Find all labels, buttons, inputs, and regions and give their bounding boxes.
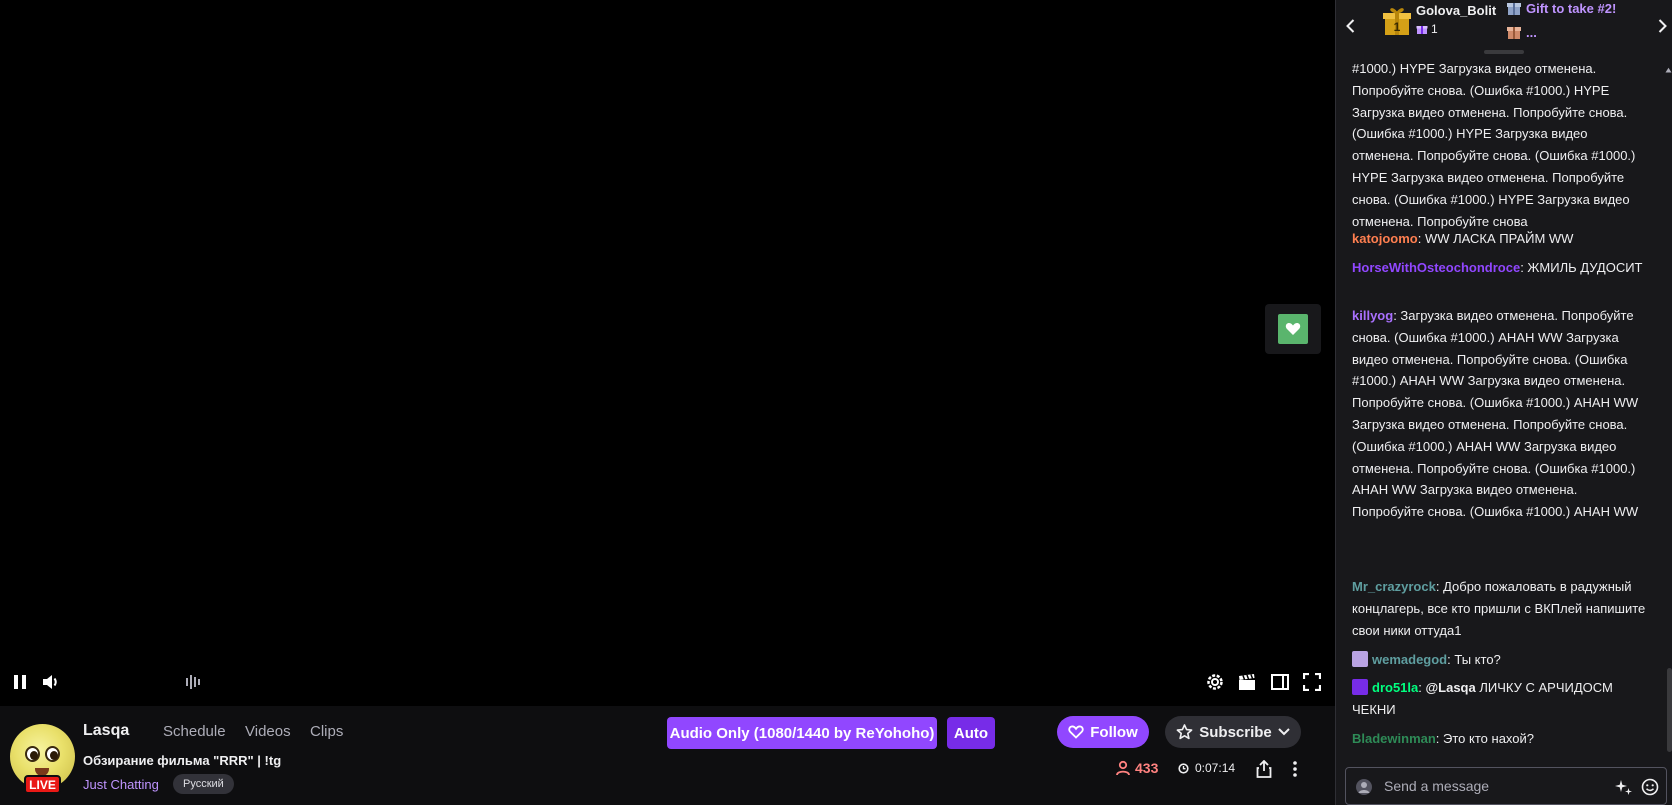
hype-reaction-card[interactable]: [1265, 304, 1321, 354]
follow-label: Follow: [1090, 723, 1138, 741]
category-link[interactable]: Just Chatting: [83, 777, 159, 792]
clapperboard-icon: [1239, 674, 1255, 690]
gift-count-value: 1: [1431, 22, 1438, 36]
chat-panel: 1 Golova_Bolit 1 Gift to take #2! ... #1…: [1335, 0, 1672, 805]
gift-leaderboard: 1 Golova_Bolit 1 Gift to take #2! ...: [1336, 0, 1672, 54]
nav-schedule[interactable]: Schedule: [163, 723, 226, 740]
message-text: Это кто нахой?: [1443, 731, 1534, 746]
chat-message: wemadegod: Ты кто?: [1352, 649, 1652, 671]
bits-cheer-button[interactable]: [1614, 777, 1634, 797]
svg-text:1: 1: [1394, 20, 1401, 34]
theatre-mode-button[interactable]: [1269, 671, 1291, 693]
nav-videos[interactable]: Videos: [245, 723, 291, 740]
chevron-down-icon: [1278, 728, 1290, 736]
user-icon: [1116, 760, 1130, 776]
message-text: Загрузка видео отменена. Попробуйте снов…: [1352, 308, 1639, 520]
pause-icon: [14, 675, 26, 689]
volume-icon: [43, 675, 57, 689]
chat-message: dro51la: @Lasqa ЛИЧКУ С АРЧИДОСМ ЧЕКНИ: [1352, 679, 1613, 717]
gift-to-take-label: Gift to take #2!: [1506, 0, 1616, 16]
leaderboard-next-button[interactable]: [1654, 16, 1670, 36]
fullscreen-button[interactable]: [1301, 671, 1323, 693]
subscriber-badge-icon[interactable]: [1352, 651, 1368, 667]
chat-username[interactable]: wemadegod: [1372, 652, 1447, 667]
gift-count: 1: [1416, 22, 1438, 36]
gear-icon: [1207, 674, 1223, 690]
volume-button[interactable]: [40, 671, 62, 693]
gifter-name[interactable]: Golova_Bolit: [1416, 3, 1496, 18]
settings-button[interactable]: [1204, 671, 1226, 693]
emote-picker-button[interactable]: [1640, 777, 1660, 797]
chat-username[interactable]: Bladewinman: [1352, 731, 1436, 746]
gift-icon: [1416, 26, 1428, 34]
viewer-count-value: 433: [1135, 760, 1159, 776]
sparkle-icon: [1615, 780, 1632, 795]
viewer-count: 433: [1115, 760, 1158, 776]
vertical-dots-icon: [1293, 761, 1297, 777]
audio-visualizer-icon: [184, 671, 204, 693]
star-icon: [1176, 724, 1193, 740]
gift-rank-1-icon: 1: [1382, 6, 1412, 36]
prime-badge-icon[interactable]: [1352, 679, 1368, 695]
chat-message: HorseWithOsteochondroce: ЖМИЛЬ ДУДОСИТ: [1352, 260, 1643, 275]
share-button[interactable]: [1253, 758, 1275, 780]
chat-message: #1000.) HYPE Загрузка видео отменена. По…: [1352, 58, 1652, 232]
message-text: Ты кто?: [1454, 652, 1501, 667]
share-icon: [1256, 760, 1272, 778]
chat-username[interactable]: HorseWithOsteochondroce: [1352, 260, 1520, 275]
chat-message: killyog: Загрузка видео отменена. Попроб…: [1352, 308, 1639, 520]
chat-input-box[interactable]: [1345, 767, 1667, 805]
message-text: WW ЛАСКА ПРАЙМ WW: [1424, 231, 1574, 246]
gift-box-icon: [1507, 27, 1521, 39]
subscribe-button[interactable]: Subscribe: [1165, 716, 1301, 748]
chat-username[interactable]: dro51la: [1372, 680, 1418, 695]
video-player[interactable]: [0, 0, 1335, 706]
quality-auto-button[interactable]: Auto: [947, 717, 995, 749]
uptime-value: 0:07:14: [1195, 761, 1236, 775]
avatar-eye: [25, 746, 40, 762]
chat-username[interactable]: killyog: [1352, 308, 1393, 323]
channel-name[interactable]: Lasqa: [83, 722, 129, 740]
clock-icon: [1178, 762, 1189, 774]
chevron-left-icon: [1345, 19, 1354, 33]
leaderboard-prev-button[interactable]: [1342, 16, 1358, 36]
clip-button[interactable]: [1236, 671, 1258, 693]
message-text: ЖМИЛЬ ДУДОСИТ: [1527, 260, 1643, 275]
follow-button[interactable]: Follow: [1057, 716, 1149, 748]
quality-audio-only-button[interactable]: Audio Only (1080/1440 by ReYohoho): [667, 717, 937, 749]
avatar-eye: [45, 746, 60, 762]
gift-more-text: ...: [1526, 24, 1537, 40]
subscribe-label: Subscribe: [1199, 723, 1272, 741]
gift-box-icon: [1507, 3, 1521, 15]
fullscreen-icon: [1303, 673, 1321, 691]
heart-icon: [1278, 314, 1308, 344]
chat-identity-icon[interactable]: [1354, 777, 1374, 797]
live-badge: LIVE: [24, 775, 61, 794]
stream-uptime: 0:07:14: [1178, 761, 1235, 775]
chevron-right-icon: [1658, 19, 1667, 33]
theatre-mode-icon: [1271, 674, 1289, 690]
gift-more-label: ...: [1506, 24, 1537, 40]
chat-message: Mr_crazyrock: Добро пожаловать в радужны…: [1352, 579, 1646, 638]
chat-message: Bladewinman: Это кто нахой?: [1352, 731, 1534, 746]
language-tag[interactable]: Русский: [173, 774, 234, 794]
more-options-button[interactable]: [1285, 758, 1305, 780]
chat-username[interactable]: katojoomo: [1352, 231, 1418, 246]
gift-to-take-text: Gift to take #2!: [1526, 0, 1617, 16]
smiley-icon: [1641, 778, 1659, 796]
message-text: #1000.) HYPE Загрузка видео отменена. По…: [1352, 61, 1636, 229]
heart-outline-icon: [1068, 725, 1084, 739]
chat-scrollbar-thumb[interactable]: [1667, 668, 1672, 752]
stream-title: Обзирание фильма "RRR" | !tg: [83, 753, 282, 768]
pause-button[interactable]: [10, 671, 30, 693]
chat-message: katojoomo: WW ЛАСКА ПРАЙМ WW: [1352, 231, 1574, 246]
chat-message-input[interactable]: [1384, 778, 1594, 794]
chat-message-list[interactable]: #1000.) HYPE Загрузка видео отменена. По…: [1336, 54, 1672, 764]
nav-clips[interactable]: Clips: [310, 723, 343, 740]
scroll-up-arrow-icon[interactable]: [1665, 60, 1672, 73]
chat-mention[interactable]: @Lasqa: [1425, 680, 1475, 695]
chat-username[interactable]: Mr_crazyrock: [1352, 579, 1436, 594]
